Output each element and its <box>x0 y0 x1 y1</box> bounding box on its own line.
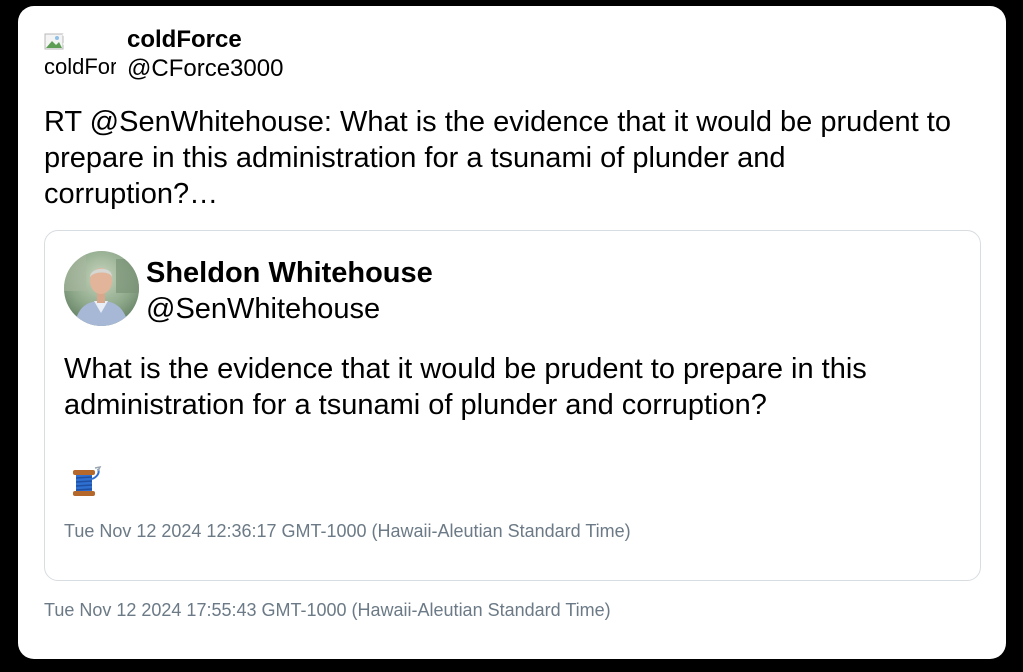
tweet-text: RT @SenWhitehouse: What is the evidence … <box>44 106 951 210</box>
quoted-author-names: Sheldon Whitehouse @SenWhitehouse <box>146 255 433 327</box>
tweet-timestamp[interactable]: Tue Nov 12 2024 17:55:43 GMT-1000 (Hawai… <box>44 600 611 621</box>
avatar-alt-text: coldForce <box>44 54 116 78</box>
author-handle[interactable]: @CForce3000 <box>127 54 283 84</box>
quoted-author-handle[interactable]: @SenWhitehouse <box>146 291 433 327</box>
broken-image-icon <box>44 33 70 51</box>
quoted-tweet-text: What is the evidence that it would be pr… <box>64 353 867 421</box>
tweet-card: coldForce coldForce @CForce3000 RT @SenW… <box>18 6 1006 659</box>
quoted-author-display-name[interactable]: Sheldon Whitehouse <box>146 255 433 291</box>
author-avatar[interactable]: coldForce <box>44 32 116 78</box>
author-display-name[interactable]: coldForce <box>127 26 283 54</box>
quoted-author-avatar[interactable] <box>64 251 139 326</box>
author-names: coldForce @CForce3000 <box>127 26 283 84</box>
thread-spool-icon <box>73 465 102 496</box>
quoted-tweet[interactable]: Sheldon Whitehouse @SenWhitehouse What i… <box>44 230 981 581</box>
person-photo-icon <box>64 251 139 326</box>
quoted-tweet-timestamp[interactable]: Tue Nov 12 2024 12:36:17 GMT-1000 (Hawai… <box>64 521 631 542</box>
